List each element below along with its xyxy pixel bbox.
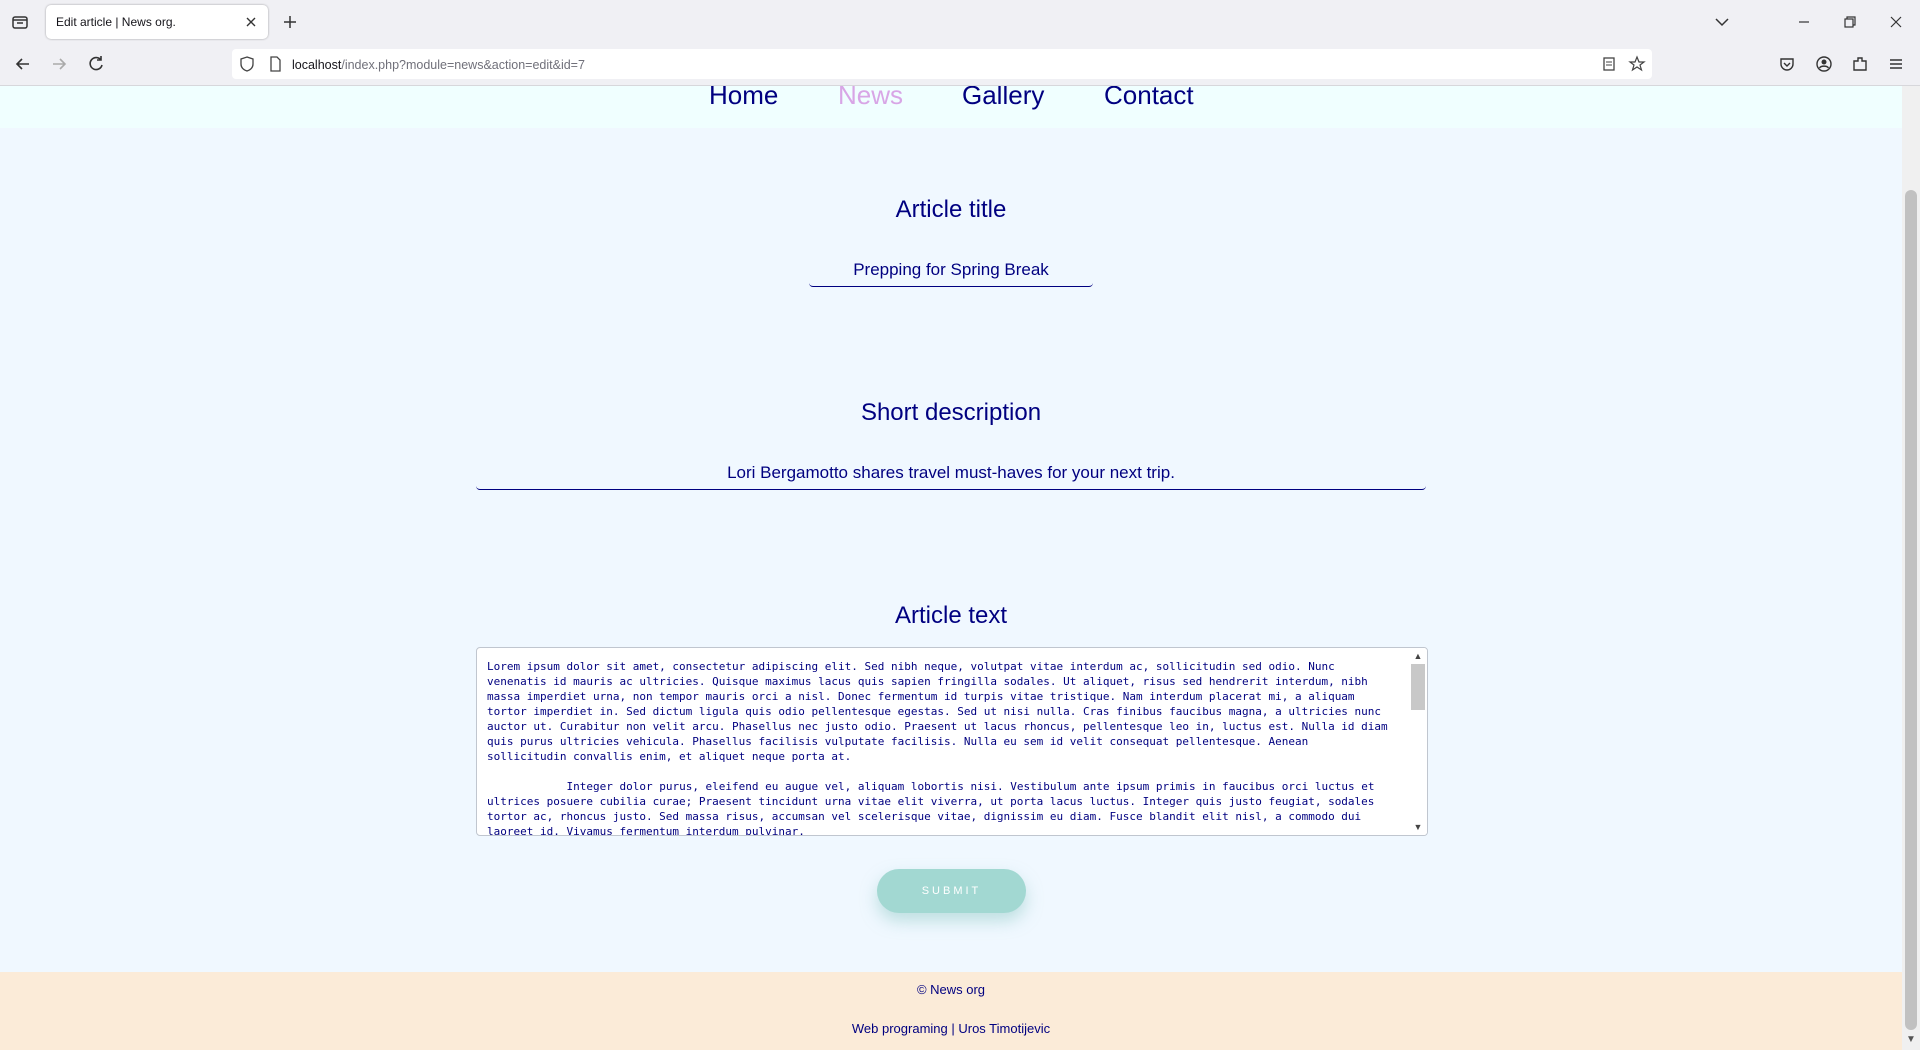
page-icon[interactable]	[266, 55, 284, 73]
browser-tab-bar: Edit article | News org.	[0, 0, 1920, 44]
textarea-scroll-thumb[interactable]	[1411, 664, 1425, 710]
url-text[interactable]: localhost/index.php?module=news&action=e…	[292, 58, 585, 72]
tab-list-icon[interactable]	[8, 10, 32, 34]
close-tab-icon[interactable]	[242, 13, 260, 31]
url-bar[interactable]: localhost/index.php?module=news&action=e…	[232, 49, 1652, 79]
article-text-textarea[interactable]: Lorem ipsum dolor sit amet, consectetur …	[476, 647, 1428, 836]
article-text-content[interactable]: Lorem ipsum dolor sit amet, consectetur …	[487, 659, 1392, 835]
url-host: localhost	[292, 58, 342, 72]
page-viewport: Home News Gallery Contact Article title …	[0, 86, 1902, 1050]
submit-button[interactable]: SUBMIT	[877, 869, 1026, 913]
restore-icon[interactable]	[1840, 12, 1860, 32]
footer-credit: Web programing | Uros Timotijevic	[851, 1021, 1051, 1036]
extensions-icon[interactable]	[1849, 53, 1871, 75]
new-tab-icon[interactable]	[280, 12, 300, 32]
textarea-scroll-down-icon[interactable]: ▼	[1412, 821, 1424, 833]
page-scroll-thumb[interactable]	[1905, 190, 1917, 1030]
page-scroll-down-icon[interactable]: ▼	[1905, 1034, 1917, 1046]
close-window-icon[interactable]	[1886, 12, 1906, 32]
nav-link-contact[interactable]: Contact	[1104, 86, 1194, 111]
list-all-tabs-icon[interactable]	[1712, 12, 1732, 32]
tab-title: Edit article | News org.	[56, 15, 176, 29]
url-path: /index.php?module=news&action=edit&id=7	[341, 58, 585, 72]
footer-copyright: © News org	[916, 982, 986, 997]
textarea-scroll-up-icon[interactable]: ▲	[1412, 650, 1424, 662]
reader-view-icon[interactable]	[1600, 55, 1618, 73]
reload-icon[interactable]	[85, 53, 107, 75]
article-text-label: Article text	[894, 602, 1008, 629]
bookmark-star-icon[interactable]	[1628, 55, 1646, 73]
browser-tab-active[interactable]: Edit article | News org.	[46, 5, 268, 39]
nav-link-news[interactable]: News	[838, 86, 903, 111]
browser-nav-bar: localhost/index.php?module=news&action=e…	[0, 44, 1920, 86]
minimize-icon[interactable]	[1794, 12, 1814, 32]
textarea-scrollbar[interactable]: ▲ ▼	[1411, 648, 1427, 835]
article-title-label: Article title	[895, 196, 1007, 223]
short-description-input[interactable]	[476, 457, 1426, 490]
site-navigation: Home News Gallery Contact	[0, 86, 1902, 128]
nav-link-home[interactable]: Home	[709, 86, 778, 111]
forward-icon[interactable]	[48, 53, 70, 75]
short-description-label: Short description	[860, 399, 1042, 426]
shield-icon[interactable]	[238, 55, 256, 73]
back-icon[interactable]	[12, 53, 34, 75]
pocket-icon[interactable]	[1776, 53, 1798, 75]
article-title-input[interactable]	[809, 254, 1093, 287]
nav-link-gallery[interactable]: Gallery	[962, 86, 1044, 111]
menu-icon[interactable]	[1885, 53, 1907, 75]
site-footer: © News org Web programing | Uros Timotij…	[0, 972, 1902, 1050]
account-icon[interactable]	[1813, 53, 1835, 75]
